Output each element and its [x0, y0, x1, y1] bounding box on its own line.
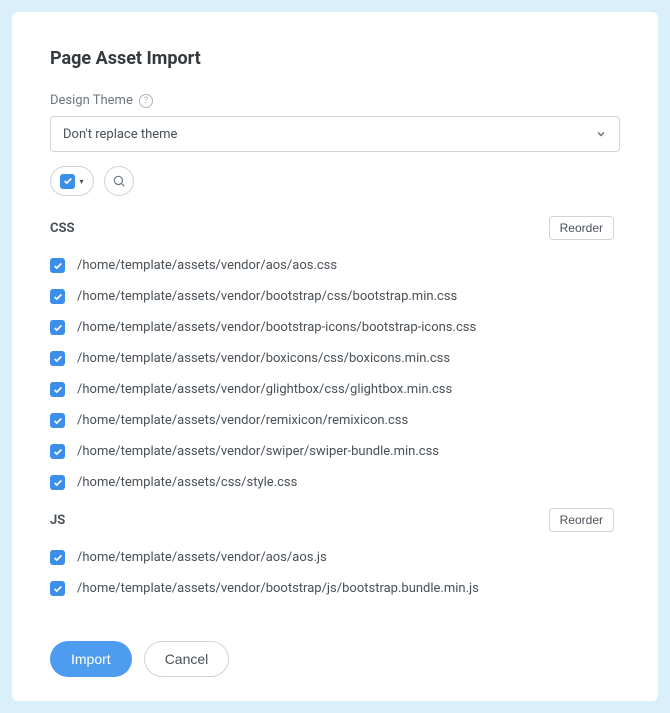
select-all-toggle[interactable]: ▾ [50, 166, 94, 196]
asset-checkbox[interactable] [50, 351, 65, 366]
asset-row: /home/template/assets/vendor/boxicons/cs… [50, 343, 614, 374]
asset-row: /home/template/assets/vendor/bootstrap-i… [50, 312, 614, 343]
asset-path: /home/template/assets/vendor/bootstrap/j… [77, 581, 479, 596]
chevron-down-icon [595, 128, 607, 140]
asset-row: /home/template/assets/vendor/glightbox/c… [50, 374, 614, 405]
theme-label: Design Theme [50, 93, 133, 108]
help-icon[interactable]: ? [139, 94, 153, 108]
search-icon [112, 174, 126, 188]
asset-path: /home/template/assets/vendor/remixicon/r… [77, 413, 408, 428]
asset-checkbox[interactable] [50, 320, 65, 335]
asset-checkbox[interactable] [50, 581, 65, 596]
group-header-css: CSS Reorder [50, 210, 614, 250]
import-button[interactable]: Import [50, 641, 132, 677]
search-button[interactable] [104, 166, 134, 196]
asset-row: /home/template/assets/vendor/bootstrap/j… [50, 573, 614, 604]
asset-checkbox[interactable] [50, 550, 65, 565]
group-title: CSS [50, 221, 75, 236]
asset-path: /home/template/assets/vendor/bootstrap-i… [77, 320, 476, 335]
asset-checkbox[interactable] [50, 258, 65, 273]
asset-path: /home/template/assets/vendor/aos/aos.css [77, 258, 337, 273]
checkbox-icon [60, 174, 75, 189]
asset-checkbox[interactable] [50, 475, 65, 490]
group-header-js: JS Reorder [50, 502, 614, 542]
asset-row: /home/template/assets/css/style.css [50, 467, 614, 498]
asset-path: /home/template/assets/vendor/bootstrap/c… [77, 289, 457, 304]
asset-checkbox[interactable] [50, 413, 65, 428]
theme-label-row: Design Theme ? [50, 93, 620, 108]
asset-path: /home/template/assets/vendor/swiper/swip… [77, 444, 439, 459]
asset-checkbox[interactable] [50, 444, 65, 459]
caret-down-icon: ▾ [79, 177, 83, 186]
asset-scroll-area[interactable]: CSS Reorder/home/template/assets/vendor/a… [50, 210, 620, 621]
asset-row: /home/template/assets/vendor/bootstrap/c… [50, 281, 614, 312]
cancel-button[interactable]: Cancel [144, 641, 230, 677]
toolbar: ▾ [50, 166, 620, 196]
footer: Import Cancel [50, 637, 620, 677]
asset-checkbox[interactable] [50, 289, 65, 304]
reorder-button[interactable]: Reorder [549, 216, 614, 240]
asset-path: /home/template/assets/vendor/glightbox/c… [77, 382, 452, 397]
asset-path: /home/template/assets/css/style.css [77, 475, 297, 490]
asset-checkbox[interactable] [50, 382, 65, 397]
asset-row: /home/template/assets/vendor/remixicon/r… [50, 405, 614, 436]
asset-row: /home/template/assets/vendor/swiper/swip… [50, 436, 614, 467]
asset-row: /home/template/assets/vendor/aos/aos.js [50, 542, 614, 573]
asset-path: /home/template/assets/vendor/aos/aos.js [77, 550, 327, 565]
asset-path: /home/template/assets/vendor/boxicons/cs… [77, 351, 450, 366]
group-title: JS [50, 513, 65, 528]
asset-row: /home/template/assets/vendor/aos/aos.css [50, 250, 614, 281]
theme-select-value: Don't replace theme [63, 127, 177, 142]
page-title: Page Asset Import [50, 48, 620, 69]
import-panel: Page Asset Import Design Theme ? Don't r… [12, 12, 658, 701]
theme-select[interactable]: Don't replace theme [50, 116, 620, 152]
reorder-button[interactable]: Reorder [549, 508, 614, 532]
